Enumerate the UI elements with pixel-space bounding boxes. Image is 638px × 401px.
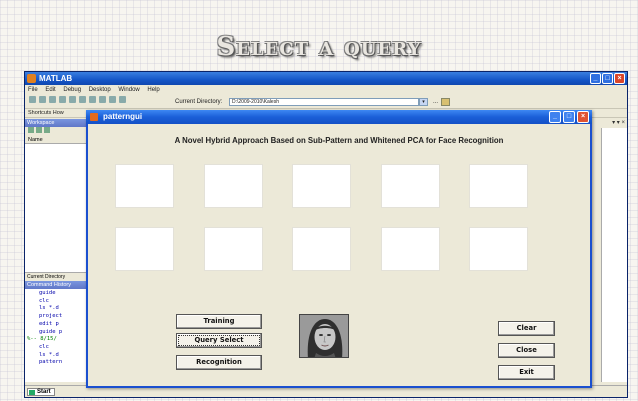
workspace-name-column[interactable]: Name [25, 136, 86, 144]
matlab-title: MATLAB [39, 74, 73, 83]
result-image-6 [115, 227, 174, 271]
gui-maximize-icon[interactable]: □ [563, 111, 575, 123]
new-file-icon[interactable] [29, 96, 36, 103]
query-face-image [299, 314, 349, 358]
open-file-icon[interactable] [39, 96, 46, 103]
training-button[interactable]: Training [176, 314, 262, 329]
face-photo-icon [300, 315, 348, 357]
command-history-list: guide clc ls *.d project edit p guide p %-- 8/… [25, 290, 87, 367]
gui-heading: A Novel Hybrid Approach Based on Sub-Pat… [174, 136, 504, 145]
command-history-item[interactable]: clc [25, 344, 87, 352]
start-button[interactable]: Start [27, 388, 55, 396]
matlab-title-bar: MATLAB _ □ × [25, 72, 627, 85]
new-variable-icon[interactable] [28, 127, 34, 133]
matlab-toolbar: Current Directory: D:\2009-2010\Kalesh ▾… [25, 95, 627, 109]
result-image-8 [292, 227, 351, 271]
start-label: Start [37, 389, 51, 395]
current-directory-tab[interactable]: Current Directory [25, 272, 87, 281]
menu-debug[interactable]: Debug [63, 87, 81, 93]
clear-button[interactable]: Clear [498, 321, 555, 336]
result-image-5 [469, 164, 528, 208]
menu-desktop[interactable]: Desktop [89, 87, 111, 93]
current-directory-label: Current Directory: [175, 99, 223, 105]
help-icon[interactable] [119, 96, 126, 103]
browse-ellipsis-button[interactable]: ... [433, 95, 438, 109]
guide-icon[interactable] [109, 96, 116, 103]
workspace-pane: Workspace Name Current Directory Command… [25, 119, 87, 382]
command-history-item[interactable]: project [25, 313, 87, 321]
command-window-controls[interactable]: ▾ ▾ × [605, 119, 625, 127]
simulink-icon[interactable] [99, 96, 106, 103]
open-variable-icon[interactable] [36, 127, 42, 133]
slide-title: Select a query [216, 32, 422, 62]
result-image-1 [115, 164, 174, 208]
exit-button[interactable]: Exit [498, 365, 555, 380]
gui-window-controls: _ □ × [549, 111, 589, 123]
copy-icon[interactable] [59, 96, 66, 103]
command-history-item[interactable]: clc [25, 298, 87, 306]
matlab-menu-bar: File Edit Debug Desktop Window Help [25, 85, 627, 95]
result-image-4 [381, 164, 440, 208]
close-button[interactable]: Close [498, 343, 555, 358]
gui-minimize-icon[interactable]: _ [549, 111, 561, 123]
cut-icon[interactable] [49, 96, 56, 103]
result-image-9 [381, 227, 440, 271]
import-data-icon[interactable] [44, 127, 50, 133]
command-history-item[interactable]: guide [25, 290, 87, 298]
folder-up-icon[interactable] [441, 98, 450, 106]
command-history-item[interactable]: edit p [25, 321, 87, 329]
workspace-header: Workspace [25, 119, 86, 127]
close-icon[interactable]: × [614, 73, 625, 84]
command-history-item[interactable]: guide p [25, 329, 87, 337]
gui-title: patterngui [103, 112, 143, 121]
minimize-icon[interactable]: _ [590, 73, 601, 84]
gui-title-bar: patterngui _ □ × [86, 110, 592, 124]
query-select-button[interactable]: Query Select [176, 333, 262, 348]
menu-file[interactable]: File [28, 87, 38, 93]
gui-close-icon[interactable]: × [577, 111, 589, 123]
patterngui-window: patterngui _ □ × A Novel Hybrid Approach… [86, 110, 592, 388]
recognition-button[interactable]: Recognition [176, 355, 262, 370]
workspace-toolbar [25, 127, 86, 136]
matlab-window-controls: _ □ × [590, 73, 625, 84]
result-image-2 [204, 164, 263, 208]
figure-icon [90, 113, 98, 121]
menu-help[interactable]: Help [147, 87, 159, 93]
result-image-3 [292, 164, 351, 208]
command-window[interactable] [601, 128, 627, 382]
command-history-header: Command History [25, 281, 87, 289]
chevron-down-icon[interactable]: ▾ [419, 98, 428, 106]
command-history-item[interactable]: ls *.d [25, 305, 87, 313]
menu-edit[interactable]: Edit [45, 87, 55, 93]
command-history-item[interactable]: %-- 8/15/ [25, 336, 87, 344]
how-to-add-link[interactable]: How [53, 110, 64, 116]
maximize-icon[interactable]: □ [602, 73, 613, 84]
paste-icon[interactable] [69, 96, 76, 103]
command-history-item[interactable]: ls *.d [25, 352, 87, 360]
toolbar-icons [29, 95, 129, 109]
menu-window[interactable]: Window [118, 87, 139, 93]
matlab-logo-icon [27, 74, 36, 83]
result-image-10 [469, 227, 528, 271]
redo-icon[interactable] [89, 96, 96, 103]
shortcuts-label[interactable]: Shortcuts [28, 110, 51, 116]
undo-icon[interactable] [79, 96, 86, 103]
result-image-7 [204, 227, 263, 271]
current-directory-field[interactable]: D:\2009-2010\Kalesh [229, 98, 419, 106]
start-icon [29, 390, 35, 395]
command-history-item[interactable]: pattern [25, 359, 87, 367]
